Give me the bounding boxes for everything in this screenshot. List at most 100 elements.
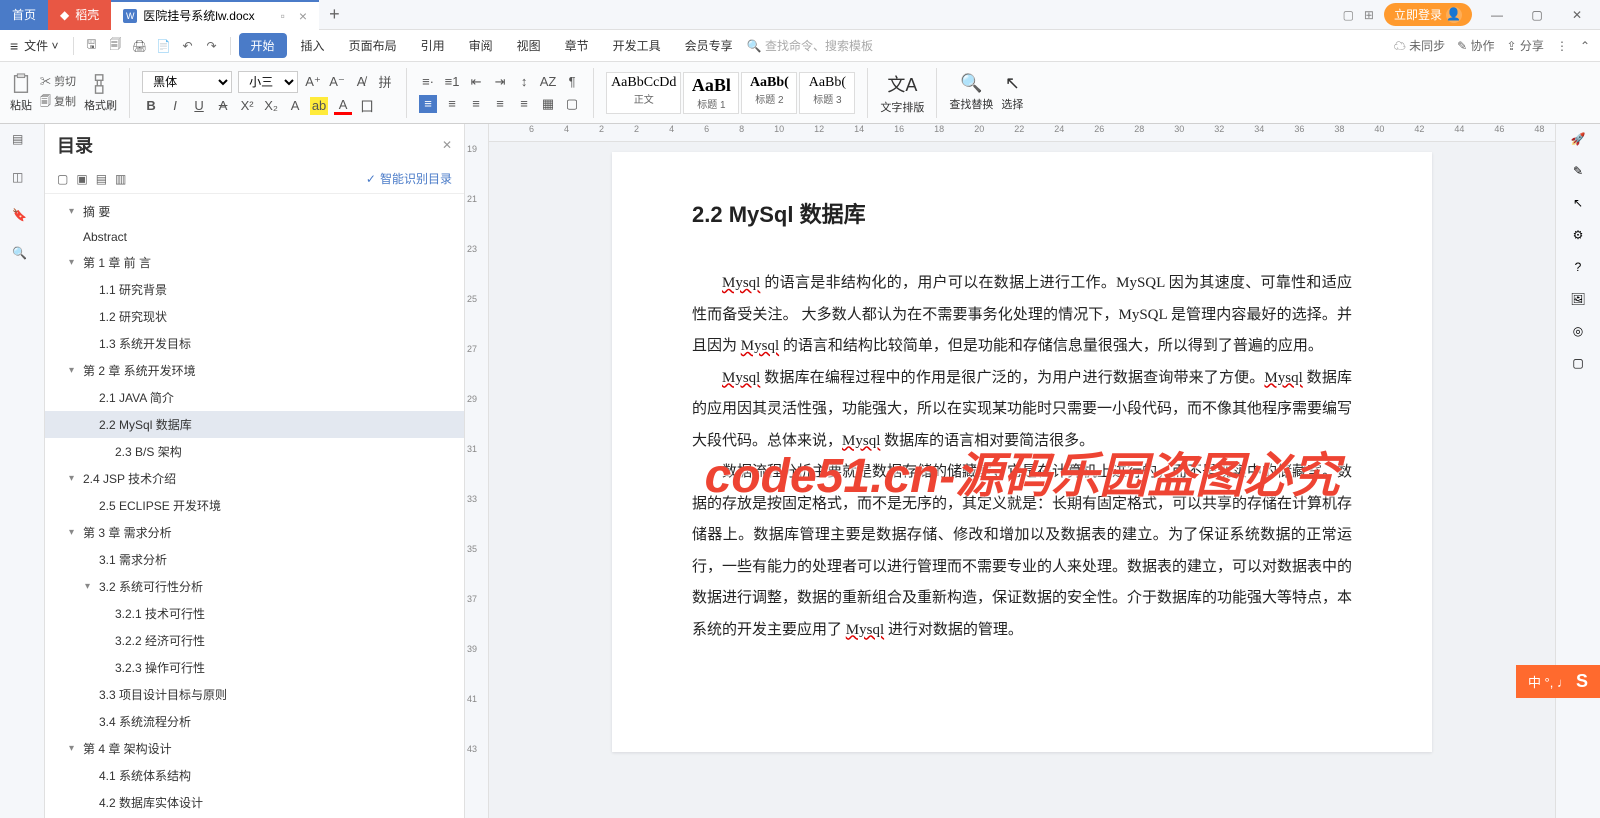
save-icon[interactable]: 🖫 [82, 36, 102, 56]
close-button[interactable]: ✕ [1562, 8, 1592, 22]
tab-document[interactable]: W 医院挂号系统lw.docx ▫ × [111, 0, 319, 30]
menu-tab-member[interactable]: 会员专享 [675, 37, 743, 54]
tab-close-icon[interactable]: × [299, 8, 307, 24]
menu-tab-start[interactable]: 开始 [239, 33, 287, 58]
align-left-button[interactable]: ≡ [419, 95, 437, 113]
outline-item[interactable]: ▾第 1 章 前 言 [45, 249, 464, 276]
menu-tab-insert[interactable]: 插入 [291, 37, 335, 54]
pen-icon[interactable]: ✎ [1573, 164, 1583, 178]
minimize-button[interactable]: — [1482, 8, 1512, 22]
outline-item[interactable]: 2.2 MySql 数据库 [45, 411, 464, 438]
undo-icon[interactable]: ↶ [178, 36, 198, 56]
outline-tool-2[interactable]: ▣ [76, 172, 87, 186]
font-name-select[interactable]: 黑体 [142, 71, 232, 93]
outline-item[interactable]: 1.1 研究背景 [45, 276, 464, 303]
style-heading1[interactable]: AaBl标题 1 [683, 72, 739, 114]
bold-button[interactable]: B [142, 97, 160, 115]
maximize-button[interactable]: ▢ [1522, 8, 1552, 22]
preview-icon[interactable]: 📄 [154, 36, 174, 56]
borders-button[interactable]: ▢ [563, 95, 581, 113]
style-heading2[interactable]: AaBb(标题 2 [741, 72, 797, 114]
saveas-icon[interactable]: 🗐 [106, 36, 126, 56]
login-button[interactable]: 立即登录 👤 [1384, 3, 1472, 26]
tab-restore-icon[interactable]: ▫ [281, 9, 285, 23]
command-search[interactable]: 🔍 查找命令、搜索模板 [747, 37, 873, 54]
increase-indent-button[interactable]: ⇥ [491, 73, 509, 91]
print-icon[interactable]: 🖨 [130, 36, 150, 56]
more-icon[interactable]: ⋮ [1556, 39, 1568, 53]
tab-home[interactable]: 首页 [0, 0, 48, 30]
tree-toggle-icon[interactable]: ▾ [69, 743, 83, 754]
cut-button[interactable]: ✂ 剪切 [40, 73, 76, 89]
outline-item[interactable]: 3.1 需求分析 [45, 546, 464, 573]
outline-item[interactable]: 4.2 数据库实体设计 [45, 789, 464, 816]
clear-format-icon[interactable]: A̸ [352, 73, 370, 91]
select-button[interactable]: ↖选择 [1001, 73, 1023, 112]
menu-tab-view[interactable]: 视图 [507, 37, 551, 54]
phonetic-icon[interactable]: 拼 [376, 73, 394, 91]
decrease-indent-button[interactable]: ⇤ [467, 73, 485, 91]
ime-indicator[interactable]: 中 °, ♩ S [1516, 665, 1600, 698]
smart-outline-button[interactable]: ✓ 智能识别目录 [366, 170, 452, 187]
coop-button[interactable]: ✎ 协作 [1457, 37, 1494, 54]
outline-item[interactable]: ▾第 2 章 系统开发环境 [45, 357, 464, 384]
help-icon[interactable]: ? [1575, 260, 1582, 274]
tab-docker[interactable]: ◆ 稻壳 [48, 0, 111, 30]
bullets-button[interactable]: ≡· [419, 73, 437, 91]
distribute-button[interactable]: ≡ [515, 95, 533, 113]
menu-tab-review[interactable]: 审阅 [459, 37, 503, 54]
outline-item[interactable]: 2.5 ECLIPSE 开发环境 [45, 492, 464, 519]
increase-font-icon[interactable]: A⁺ [304, 73, 322, 91]
decrease-font-icon[interactable]: A⁻ [328, 73, 346, 91]
document-area[interactable]: 6422468101214161820222426283032343638404… [489, 124, 1555, 818]
outline-item[interactable]: Abstract [45, 225, 464, 249]
subscript-button[interactable]: X₂ [262, 97, 280, 115]
paste-button[interactable]: 粘贴 [10, 73, 32, 113]
rocket-icon[interactable]: 🚀 [1571, 132, 1586, 146]
outline-item[interactable]: ▾摘 要 [45, 198, 464, 225]
outline-item[interactable]: 3.2.2 经济可行性 [45, 627, 464, 654]
font-size-select[interactable]: 小三 [238, 71, 298, 93]
outline-item[interactable]: 3.3 项目设计目标与原则 [45, 681, 464, 708]
file-menu[interactable]: 文件 ˅ [24, 37, 58, 54]
underline-button[interactable]: U [190, 97, 208, 115]
align-right-button[interactable]: ≡ [467, 95, 485, 113]
outline-item[interactable]: 3.2.3 操作可行性 [45, 654, 464, 681]
outline-item[interactable]: ▾2.4 JSP 技术介绍 [45, 465, 464, 492]
outline-item[interactable]: 2.3 B/S 架构 [45, 438, 464, 465]
outline-item[interactable]: ▾第 4 章 架构设计 [45, 735, 464, 762]
settings-icon[interactable]: ⚙ [1573, 228, 1584, 242]
outline-tool-1[interactable]: ▢ [57, 172, 68, 186]
style-heading3[interactable]: AaBb(标题 3 [799, 72, 855, 114]
superscript-button[interactable]: X² [238, 97, 256, 115]
italic-button[interactable]: I [166, 97, 184, 115]
tree-toggle-icon[interactable]: ▾ [69, 473, 83, 484]
bookmark-icon[interactable]: 🔖 [12, 208, 32, 228]
outline-close-icon[interactable]: ✕ [442, 138, 452, 152]
font-color-button[interactable]: A [334, 97, 352, 115]
tree-toggle-icon[interactable]: ▾ [69, 257, 83, 268]
text-layout-button[interactable]: 文A文字排版 [880, 71, 924, 115]
outline-item[interactable]: 1.3 系统开发目标 [45, 330, 464, 357]
collapse-icon[interactable]: ⌃ [1580, 39, 1590, 53]
find-replace-button[interactable]: 🔍查找替换 [949, 73, 993, 112]
nav-icon[interactable]: ◫ [12, 170, 32, 190]
highlight-button[interactable]: ab [310, 97, 328, 115]
tree-toggle-icon[interactable]: ▾ [69, 365, 83, 376]
menu-tab-chapter[interactable]: 章节 [555, 37, 599, 54]
grid-icon[interactable]: ⊞ [1364, 8, 1374, 22]
menu-tab-pagelayout[interactable]: 页面布局 [339, 37, 407, 54]
copy-button[interactable]: 🗐 复制 [40, 93, 76, 112]
tree-toggle-icon[interactable]: ▾ [69, 527, 83, 538]
outline-tool-4[interactable]: ▥ [115, 172, 126, 186]
search-rail-icon[interactable]: 🔍 [12, 246, 32, 266]
styles-gallery[interactable]: AaBbCcDd正文 AaBl标题 1 AaBb(标题 2 AaBb(标题 3 [606, 72, 855, 114]
outline-item[interactable]: 3.2.1 技术可行性 [45, 600, 464, 627]
char-shading-button[interactable]: 囗 [358, 97, 376, 115]
new-tab-button[interactable]: + [319, 4, 350, 25]
format-painter-button[interactable]: 格式刷 [84, 73, 117, 113]
menu-tab-developer[interactable]: 开发工具 [603, 37, 671, 54]
redo-icon[interactable]: ↷ [202, 36, 222, 56]
outline-item[interactable]: 1.2 研究现状 [45, 303, 464, 330]
outline-item[interactable]: 4.1 系统体系结构 [45, 762, 464, 789]
